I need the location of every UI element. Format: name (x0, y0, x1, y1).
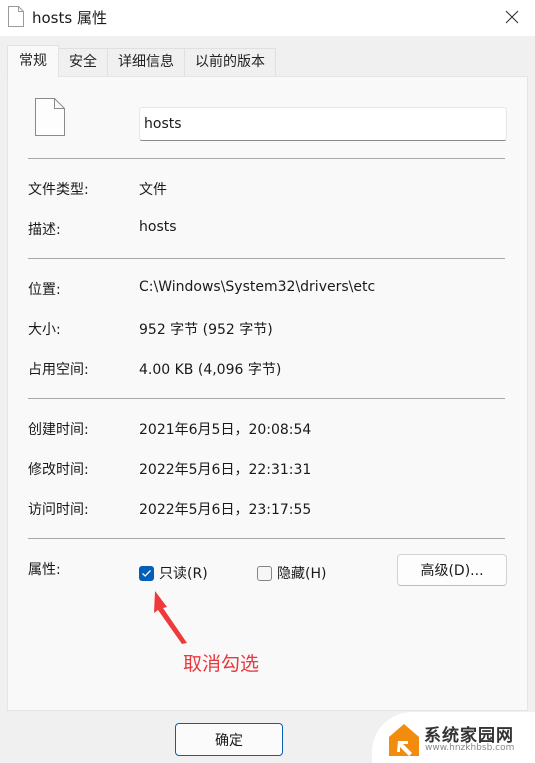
checkbox-unchecked-icon (257, 565, 272, 581)
attributes-label: 属性: (28, 562, 61, 578)
created-label: 创建时间: (28, 422, 89, 438)
divider (28, 538, 505, 539)
tab-previous-versions[interactable]: 以前的版本 (184, 48, 276, 76)
hidden-label: 隐藏(H) (277, 566, 327, 582)
modified-row: 修改时间: 2022年5月6日，22:31:31 (28, 459, 508, 479)
watermark: 系统家园网 www.hnzkhbsb.com (372, 712, 535, 763)
file-type-value: 文件 (139, 182, 167, 198)
size-on-disk-value: 4.00 KB (4,096 字节) (139, 362, 282, 378)
divider (28, 398, 505, 399)
checkmark-icon (142, 569, 151, 577)
file-name-input[interactable] (139, 107, 507, 141)
house-logo-icon (389, 724, 419, 756)
tab-security[interactable]: 安全 (58, 48, 108, 76)
size-label: 大小: (28, 322, 61, 338)
accessed-label: 访问时间: (28, 502, 89, 518)
general-tab-panel: 文件类型: 文件 描述: hosts 位置: C:\Windows\System… (7, 76, 528, 711)
file-type-row: 文件类型: 文件 (28, 179, 508, 199)
created-row: 创建时间: 2021年6月5日，20:08:54 (28, 419, 508, 439)
tab-bar: 常规 安全 详细信息 以前的版本 (7, 45, 276, 77)
size-on-disk-row: 占用空间: 4.00 KB (4,096 字节) (28, 359, 508, 379)
tab-details[interactable]: 详细信息 (107, 48, 185, 76)
annotation-text: 取消勾选 (183, 653, 260, 675)
window-title: hosts 属性 (32, 9, 107, 27)
created-value: 2021年6月5日，20:08:54 (139, 422, 312, 438)
ok-button[interactable]: 确定 (175, 723, 283, 756)
title-bar: hosts 属性 (0, 0, 535, 36)
size-value: 952 字节 (952 字节) (139, 322, 273, 338)
size-on-disk-label: 占用空间: (28, 362, 89, 378)
location-row: 位置: C:\Windows\System32\drivers\etc (28, 279, 508, 299)
watermark-url: www.hnzkhbsb.com (425, 743, 515, 753)
description-value: hosts (139, 219, 177, 235)
accessed-row: 访问时间: 2022年5月6日，23:17:55 (28, 499, 508, 519)
checkbox-checked-icon (139, 565, 154, 581)
description-label: 描述: (28, 222, 61, 238)
readonly-label: 只读(R) (159, 566, 208, 582)
modified-value: 2022年5月6日，22:31:31 (139, 462, 312, 478)
description-row: 描述: hosts (28, 219, 508, 239)
file-icon (35, 98, 65, 136)
file-icon (8, 6, 24, 27)
readonly-checkbox[interactable]: 只读(R) (139, 563, 208, 583)
location-label: 位置: (28, 282, 61, 298)
divider (28, 158, 505, 159)
annotation-arrow-icon (154, 591, 187, 644)
close-button[interactable] (489, 0, 535, 34)
divider (28, 258, 505, 259)
modified-label: 修改时间: (28, 462, 89, 478)
file-type-label: 文件类型: (28, 182, 89, 198)
advanced-button[interactable]: 高级(D)... (397, 554, 507, 586)
close-icon (505, 10, 519, 24)
hidden-checkbox[interactable]: 隐藏(H) (257, 563, 326, 583)
tab-general[interactable]: 常规 (7, 45, 59, 77)
location-value: C:\Windows\System32\drivers\etc (139, 279, 376, 295)
accessed-value: 2022年5月6日，23:17:55 (139, 502, 312, 518)
size-row: 大小: 952 字节 (952 字节) (28, 319, 508, 339)
